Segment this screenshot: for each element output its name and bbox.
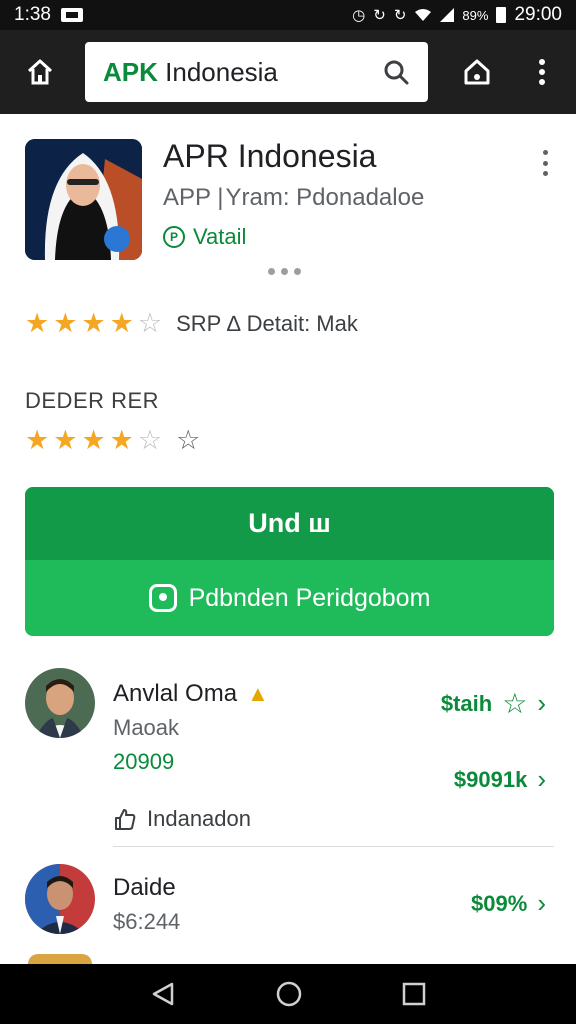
rating-stars: ★ ★ ★ ★ ☆ [25,310,162,337]
secondary-action-button[interactable]: Pdbnden Peridgobom [25,560,554,636]
star-icon: ★ [25,425,50,455]
section-label: DEDER RER [25,388,160,413]
verified-badge-row: P Vatail [163,224,246,250]
chat-icon [148,584,177,612]
list-item-name: Anvlal Oma ▲ [113,680,269,707]
star-icon: ★ [81,425,106,455]
verified-label: Vatail [193,224,247,249]
price-bottom[interactable]: $9091k › [454,764,546,795]
home-shortcut-button[interactable] [449,44,505,100]
list-item-name: Daide [113,874,176,901]
app-icon [25,139,142,260]
list-item[interactable]: Anvlal Oma ▲ Maoak 20909 $taih ☆ › $9091… [0,660,576,846]
system-nav-bar [0,964,576,1024]
home-icon [27,59,53,85]
rating-row: ★ ★ ★ ★ ☆ SRP ∆ Detait: Mak [25,310,358,337]
install-button[interactable]: Und ш [25,487,554,560]
list-item-subtitle: $6:244 [113,909,181,934]
list-divider [113,846,554,847]
app-subtitle: APP | Yram: Pdonadaloe [163,184,425,211]
chevron-right-icon: › [537,764,546,794]
status-clock: 29:00 [514,4,562,25]
sync-icon: ↻ [373,7,386,24]
search-input[interactable]: APK Indonesia [85,42,428,102]
pager-dots [268,268,301,275]
list-item[interactable]: Daide $6:244 $09% › [0,852,576,964]
secondary-action-label: Pdbnden Peridgobom [188,583,431,612]
avatar-image [25,864,95,934]
avatar-image [25,668,95,738]
star-icon: ★ [25,308,50,338]
star-outline-icon: ☆ [137,308,163,338]
top-app-bar: APK Indonesia [0,30,576,114]
signal-icon [440,8,455,22]
battery-icon [496,7,507,23]
search-query: APK Indonesia [103,56,278,87]
install-panel: Und ш Pdbnden Peridgobom [25,487,554,636]
app-more-button[interactable] [530,148,560,178]
app-title: APR Indonesia [163,138,377,174]
star-icon: ★ [81,308,106,338]
sync-alt-icon: ↻ [393,7,407,24]
alarm-icon: ◷ [352,7,366,24]
list-item-number: 20909 [113,749,175,774]
crown-icon: ▲ [247,681,269,706]
status-time-left: 1:38 [14,4,51,25]
rating-detail: SRP ∆ Detait: Mak [176,310,358,336]
thumb-up-icon [115,809,136,830]
rating-stars-secondary[interactable]: ★ ★ ★ ★ ☆ ☆ [25,427,200,454]
like-row[interactable]: Indanadon [113,806,251,832]
avatar-partial [28,954,92,964]
wifi-icon [415,9,432,21]
avatar [25,864,95,934]
notification-icon [60,8,83,22]
list-item-subtitle: Maoak [113,715,180,740]
overflow-menu-button[interactable] [514,44,570,100]
star-icon: ★ [109,308,134,338]
star-icon: ★ [53,308,78,338]
chevron-right-icon: › [537,688,546,718]
star-icon: ★ [53,425,78,455]
star-outline-icon: ☆ [137,425,163,455]
home-button[interactable] [12,44,68,100]
home-outline-icon [464,59,490,85]
star-outline-icon: ☆ [176,425,201,455]
status-bar: 1:38 ◷ ↻ ↻ 89% 29:00 [0,0,576,30]
rating-row-secondary: ★ ★ ★ ★ ☆ ☆ [25,427,200,454]
more-vert-icon [539,59,545,85]
search-icon[interactable] [382,58,410,86]
chevron-right-icon: › [537,888,546,918]
star-icon: ★ [109,425,134,455]
recents-square-icon[interactable] [402,982,426,1006]
price-top[interactable]: $09% › [471,888,546,919]
verified-icon: P [163,226,185,248]
like-label: Indanadon [147,806,251,831]
app-icon-image [25,139,142,260]
home-circle-icon[interactable] [275,980,303,1008]
back-triangle-icon[interactable] [150,981,176,1007]
star-outline-icon[interactable]: ☆ [502,687,527,720]
battery-percent: 89% [462,7,489,23]
price-top[interactable]: $taih ☆ › [441,687,546,720]
avatar [25,668,95,738]
